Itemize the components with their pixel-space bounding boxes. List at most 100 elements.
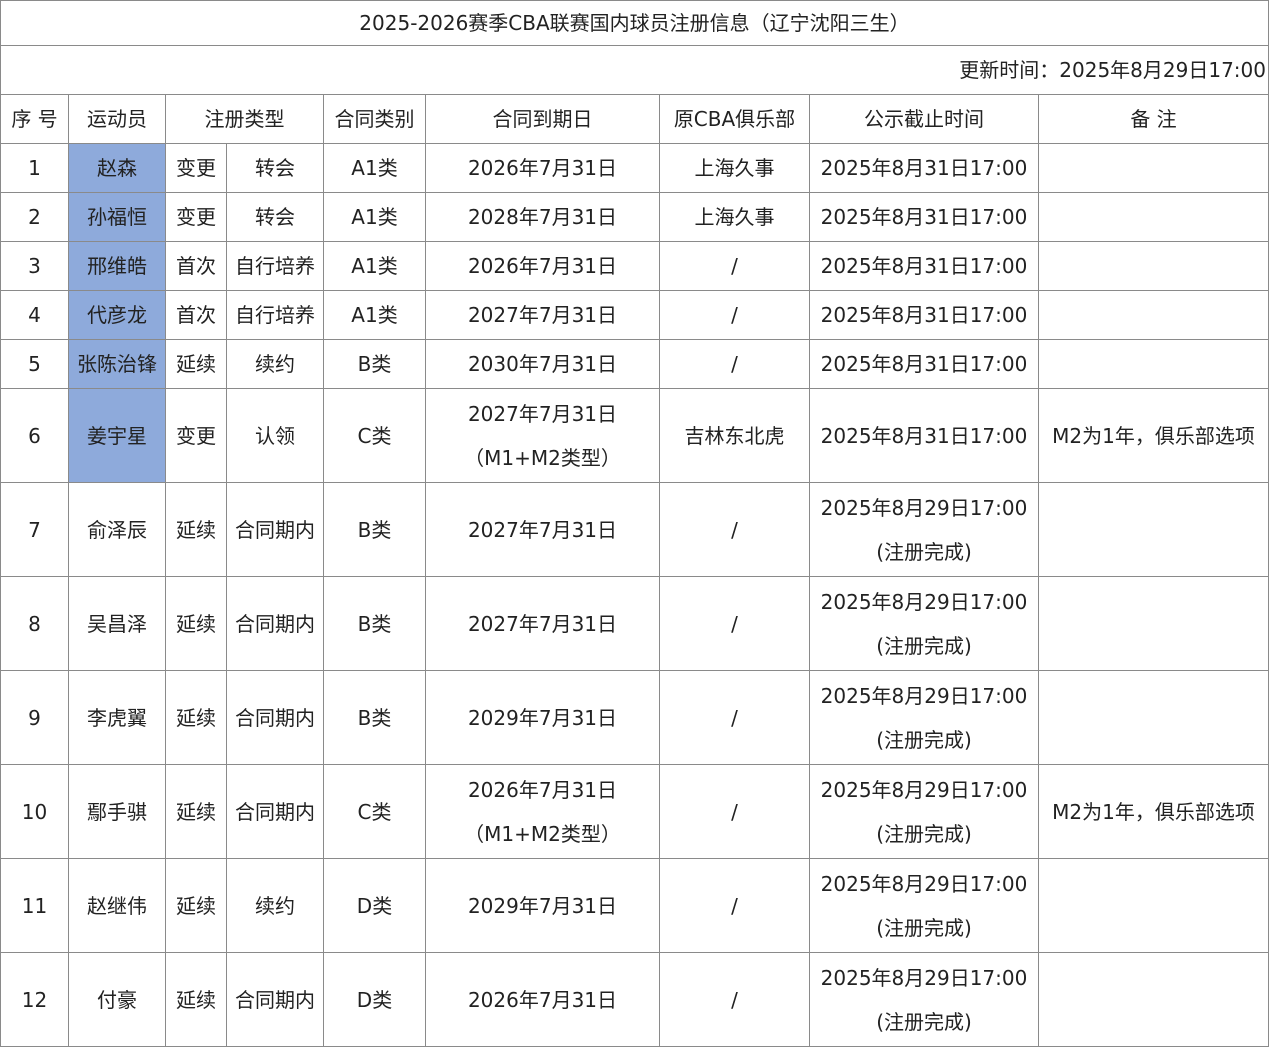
cell-reg-type: 变更	[165, 192, 227, 242]
cell-expiry: 2026年7月31日	[425, 952, 660, 1047]
cell-deadline-sub: (注册完成)	[876, 915, 972, 940]
cell-reg-type: 首次	[165, 241, 227, 291]
cell-reg-subtype: 合同期内	[226, 482, 324, 577]
cell-expiry: 2027年7月31日	[425, 290, 660, 340]
cell-contract-class: A1类	[323, 290, 426, 340]
cell-player: 付豪	[68, 952, 166, 1047]
registration-table: 2025-2026赛季CBA联赛国内球员注册信息（辽宁沈阳三生） 更新时间：20…	[0, 0, 1269, 1047]
cell-seq: 9	[0, 670, 69, 765]
cell-contract-class: A1类	[323, 241, 426, 291]
cell-player: 赵继伟	[68, 858, 166, 953]
table-row: 6 姜宇星 变更 认领 C类 2027年7月31日 （M1+M2类型） 吉林东北虎 2025年8…	[0, 388, 1269, 483]
cell-deadline: 2025年8月29日17:00 (注册完成)	[809, 576, 1039, 671]
cell-note	[1038, 858, 1269, 953]
cell-orig-club: /	[659, 670, 810, 765]
cell-reg-subtype: 合同期内	[226, 764, 324, 859]
cell-orig-club: /	[659, 482, 810, 577]
cell-player: 俞泽辰	[68, 482, 166, 577]
update-time: 更新时间：2025年8月29日17:00	[0, 45, 1269, 95]
cell-orig-club: /	[659, 339, 810, 389]
cell-expiry: 2026年7月31日	[425, 241, 660, 291]
cell-note	[1038, 241, 1269, 291]
cell-note	[1038, 952, 1269, 1047]
table-row: 2 孙福恒 变更 转会 A1类 2028年7月31日 上海久事 2025年8月31日17:00	[0, 192, 1269, 242]
table-row: 12 付豪 延续 合同期内 D类 2026年7月31日 /2025年8月29日17:00 (注…	[0, 952, 1269, 1047]
header-contract-class: 合同类别	[323, 94, 426, 144]
cell-deadline-main: 2025年8月31日17:00	[820, 352, 1028, 376]
cell-reg-subtype: 认领	[226, 388, 324, 483]
cell-expiry-main: 2027年7月31日	[467, 303, 618, 327]
cell-player: 赵森	[68, 143, 166, 193]
cell-note	[1038, 576, 1269, 671]
cell-expiry: 2026年7月31日	[425, 143, 660, 193]
cell-deadline-main: 2025年8月29日17:00	[820, 777, 1028, 802]
cell-deadline: 2025年8月31日17:00	[809, 388, 1039, 483]
cell-deadline-main: 2025年8月31日17:00	[820, 303, 1028, 327]
cell-reg-subtype: 转会	[226, 143, 324, 193]
table-row: 11 赵继伟 延续 续约 D类 2029年7月31日 / 2025年8月29日17:00 (注册…	[0, 858, 1269, 953]
cell-reg-type: 延续	[165, 858, 227, 953]
cell-orig-club: 吉林东北虎	[659, 388, 810, 483]
header-note: 备 注	[1038, 94, 1269, 144]
cell-note: M2为1年，俱乐部选项	[1038, 764, 1269, 859]
cell-reg-subtype: 续约	[226, 339, 324, 389]
cell-reg-type: 首次	[165, 290, 227, 340]
cell-reg-subtype: 转会	[226, 192, 324, 242]
cell-expiry-main: 2027年7月31日	[467, 401, 618, 426]
table-row: 9 李虎翼 延续 合同期内 B类 2029年7月31日 / 2025年8月29日17:00 (注…	[0, 670, 1269, 765]
cell-expiry: 2028年7月31日	[425, 192, 660, 242]
cell-orig-club: /	[659, 290, 810, 340]
cell-reg-type: 延续	[165, 576, 227, 671]
cell-deadline-main: 2025年8月29日17:00	[820, 589, 1028, 614]
table-title: 2025-2026赛季CBA联赛国内球员注册信息（辽宁沈阳三生）	[0, 0, 1269, 46]
cell-expiry-main: 2026年7月31日	[467, 987, 618, 1012]
cell-seq: 8	[0, 576, 69, 671]
cell-deadline-main: 2025年8月29日17:00	[820, 683, 1028, 708]
cell-contract-class: A1类	[323, 143, 426, 193]
cell-deadline: 2025年8月31日17:00	[809, 143, 1039, 193]
cell-seq: 12	[0, 952, 69, 1047]
cell-note: M2为1年，俱乐部选项	[1038, 388, 1269, 483]
cell-orig-club: 上海久事	[659, 143, 810, 193]
cell-seq: 6	[0, 388, 69, 483]
cell-orig-club: /	[659, 952, 810, 1047]
cell-seq: 1	[0, 143, 69, 193]
cell-expiry-sub: （M1+M2类型）	[464, 821, 621, 846]
cell-deadline: 2025年8月31日17:00	[809, 241, 1039, 291]
cell-contract-class: B类	[323, 576, 426, 671]
cell-contract-class: D类	[323, 858, 426, 953]
cell-expiry: 2027年7月31日	[425, 482, 660, 577]
cell-expiry: 2026年7月31日 （M1+M2类型）	[425, 764, 660, 859]
cell-player: 姜宇星	[68, 388, 166, 483]
cell-deadline: 2025年8月29日17:00 (注册完成)	[809, 482, 1039, 577]
cell-contract-class: C类	[323, 764, 426, 859]
table-row: 10 鄢手骐 延续 合同期内 C类 2026年7月31日 （M1+M2类型）/2025年8月…	[0, 764, 1269, 859]
cell-reg-subtype: 自行培养	[226, 290, 324, 340]
cell-deadline: 2025年8月29日17:00 (注册完成)	[809, 858, 1039, 953]
header-deadline: 公示截止时间	[809, 94, 1039, 144]
cell-expiry: 2027年7月31日	[425, 576, 660, 671]
header-row: 序 号 运动员 注册类型 合同类别 合同到期日 原CBA俱乐部 公示截止时间 备…	[0, 94, 1269, 144]
cell-contract-class: B类	[323, 670, 426, 765]
cell-expiry-main: 2026年7月31日	[467, 254, 618, 278]
cell-deadline-main: 2025年8月31日17:00	[820, 423, 1028, 448]
cell-player: 张陈治锋	[68, 339, 166, 389]
header-reg-type: 注册类型	[165, 94, 324, 144]
cell-expiry-main: 2029年7月31日	[467, 705, 618, 730]
cell-deadline-main: 2025年8月31日17:00	[820, 205, 1028, 229]
cell-player: 代彦龙	[68, 290, 166, 340]
cell-expiry: 2030年7月31日	[425, 339, 660, 389]
table-row: 8 吴昌泽 延续 合同期内 B类 2027年7月31日 / 2025年8月29日17:00 (注…	[0, 576, 1269, 671]
cell-contract-class: C类	[323, 388, 426, 483]
cell-expiry-main: 2028年7月31日	[467, 205, 618, 229]
cell-contract-class: B类	[323, 339, 426, 389]
table-row: 7 俞泽辰 延续 合同期内 B类 2027年7月31日 / 2025年8月29日17:00 (注…	[0, 482, 1269, 577]
cell-deadline: 2025年8月31日17:00	[809, 290, 1039, 340]
cell-reg-subtype: 续约	[226, 858, 324, 953]
cell-reg-type: 延续	[165, 764, 227, 859]
cell-expiry: 2027年7月31日 （M1+M2类型）	[425, 388, 660, 483]
cell-expiry: 2029年7月31日	[425, 670, 660, 765]
cell-expiry-main: 2026年7月31日	[467, 156, 618, 180]
cell-deadline-sub: (注册完成)	[876, 633, 972, 658]
cell-reg-subtype: 合同期内	[226, 670, 324, 765]
